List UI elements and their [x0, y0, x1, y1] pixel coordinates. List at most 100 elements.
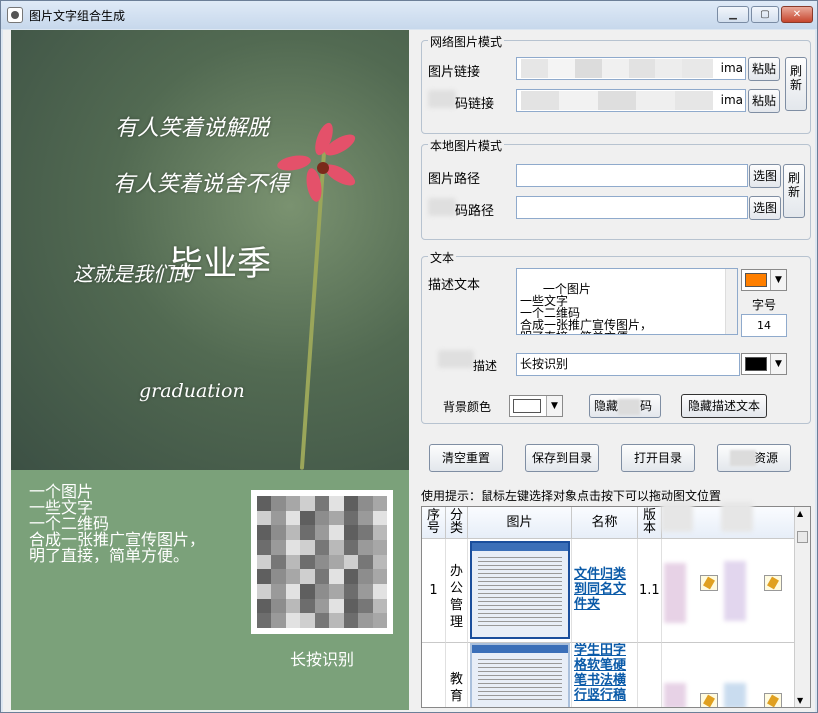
cell-name[interactable]: 文件归类到同名文件夹	[572, 539, 638, 643]
qr-module	[372, 584, 387, 599]
qr-module	[358, 569, 373, 584]
desc-textarea[interactable]: 一个图片 一些文字 一个二维码 合成一张推广宣传图片， 明了直接，简单方便	[516, 268, 738, 335]
qr-module	[343, 598, 359, 614]
qr-module	[314, 613, 330, 628]
card-description[interactable]: 一个图片 一些文字 一个二维码 合成一张推广宣传图片， 明了直接，简单方便。	[29, 484, 239, 564]
row-name-link[interactable]: 文件归类到同名文件夹	[574, 567, 626, 612]
qr-module	[358, 598, 373, 614]
redacted-inline-block	[618, 398, 641, 415]
qr-code-image[interactable]	[251, 490, 393, 634]
title-bar[interactable]: 图片文字组合生成 ▁ ▢ ✕	[1, 1, 817, 29]
bg-color-picker[interactable]: ▼	[509, 395, 563, 417]
image-path-label: 图片路径	[428, 172, 481, 187]
redacted-block	[664, 563, 686, 623]
header-name[interactable]: 名称	[572, 507, 638, 539]
refresh-local-button[interactable]: 刷新	[783, 164, 805, 218]
qr-label[interactable]: 长按识别	[251, 646, 393, 670]
reset-button[interactable]: 清空重置	[429, 444, 503, 472]
qr-module	[314, 569, 330, 584]
resource-table[interactable]: 序号 分类 图片 名称 版本 1 办公管理 文件归类到同名文件夹 1.1 教育 …	[421, 506, 811, 708]
text-color-swatch	[745, 273, 767, 287]
edit-icon[interactable]	[764, 693, 782, 707]
header-no[interactable]: 序号	[422, 507, 446, 539]
redacted-block	[724, 561, 746, 621]
qr-module	[285, 569, 301, 584]
qr-path-input[interactable]	[516, 196, 748, 219]
edit-icon[interactable]	[700, 575, 718, 591]
redacted-block	[664, 683, 686, 707]
desc-scrollbar[interactable]	[725, 269, 737, 334]
scroll-thumb[interactable]	[797, 531, 808, 543]
qr-module	[372, 598, 387, 614]
edit-icon[interactable]	[764, 575, 782, 591]
row-name-link[interactable]: 学生田字格软笔硬笔书法横行竖行稿	[574, 643, 626, 703]
qr-module	[285, 584, 301, 599]
paste-qr-url-button[interactable]: 粘贴	[748, 89, 780, 113]
refresh-network-button[interactable]: 刷新	[785, 57, 807, 111]
text-color-picker[interactable]: ▼	[741, 269, 787, 291]
cell-name[interactable]: 学生田字格软笔硬笔书法横行竖行稿	[572, 643, 638, 707]
redacted-inline-block	[730, 450, 756, 466]
qr-module	[358, 584, 373, 599]
qr-module	[329, 540, 344, 555]
bg-color-swatch	[513, 399, 541, 413]
row-thumbnail[interactable]	[470, 541, 570, 639]
hide-qr-button-suffix: 码	[640, 399, 653, 413]
qr-module	[329, 525, 344, 540]
redacted-header-block	[661, 502, 693, 532]
qr-module	[257, 510, 272, 526]
qr-module	[343, 584, 359, 599]
choose-image-button[interactable]: 选图	[749, 164, 781, 188]
close-button[interactable]: ✕	[781, 6, 813, 23]
qr-module	[271, 525, 286, 540]
qr-desc-input[interactable]: 长按识别	[516, 353, 740, 376]
hide-qr-button[interactable]: 隐藏 码	[589, 394, 661, 418]
qr-module	[285, 598, 301, 614]
qr-module	[314, 540, 330, 555]
cell-image[interactable]	[468, 539, 572, 643]
image-path-input[interactable]	[516, 164, 748, 187]
image-url-label: 图片链接	[428, 65, 481, 80]
paste-image-url-button[interactable]: 粘贴	[748, 57, 780, 81]
choose-qr-button[interactable]: 选图	[749, 196, 781, 220]
app-icon	[7, 7, 23, 23]
preview-line-5[interactable]: graduation	[139, 380, 245, 402]
qr-module	[271, 598, 286, 614]
qr-module	[343, 510, 359, 526]
qr-module	[372, 525, 387, 540]
cell-image[interactable]	[468, 643, 572, 707]
qr-module	[358, 540, 373, 555]
qr-module	[329, 569, 344, 584]
qr-module	[343, 525, 359, 540]
preview-line-2[interactable]: 有人笑着说舍不得	[113, 166, 289, 198]
scroll-down-icon[interactable]: ▼	[797, 696, 803, 705]
row-thumbnail[interactable]	[470, 643, 570, 707]
save-to-folder-button[interactable]: 保存到目录	[525, 444, 599, 472]
cell-no: 1	[422, 539, 446, 643]
qr-module	[257, 584, 272, 599]
qr-module	[300, 598, 315, 614]
qr-module	[314, 510, 330, 526]
scroll-up-icon[interactable]: ▲	[797, 509, 803, 518]
qr-module	[372, 554, 387, 570]
open-folder-button[interactable]: 打开目录	[621, 444, 695, 472]
qr-text-color-picker[interactable]: ▼	[741, 353, 787, 375]
preview-image[interactable]: 有人笑着说解脱 有人笑着说舍不得 这就是我们的 毕业季 graduation	[11, 30, 409, 470]
header-image[interactable]: 图片	[468, 507, 572, 539]
desc-text-label: 描述文本	[428, 278, 481, 293]
qr-module	[257, 554, 272, 570]
minimize-button[interactable]: ▁	[717, 6, 749, 23]
header-category[interactable]: 分类	[446, 507, 468, 539]
maximize-button[interactable]: ▢	[751, 6, 779, 23]
resource-button[interactable]: 资源	[717, 444, 791, 472]
preview-line-1[interactable]: 有人笑着说解脱	[115, 110, 269, 142]
font-size-input[interactable]: 14	[741, 314, 787, 337]
qr-module	[257, 525, 272, 540]
table-scrollbar[interactable]: ▲ ▼	[794, 507, 810, 707]
preview-line-4[interactable]: 毕业季	[169, 236, 271, 285]
qr-module	[329, 510, 344, 526]
hide-desc-button[interactable]: 隐藏描述文本	[681, 394, 767, 418]
qr-module	[314, 496, 330, 511]
header-version[interactable]: 版本	[638, 507, 662, 539]
edit-icon[interactable]	[700, 693, 718, 707]
